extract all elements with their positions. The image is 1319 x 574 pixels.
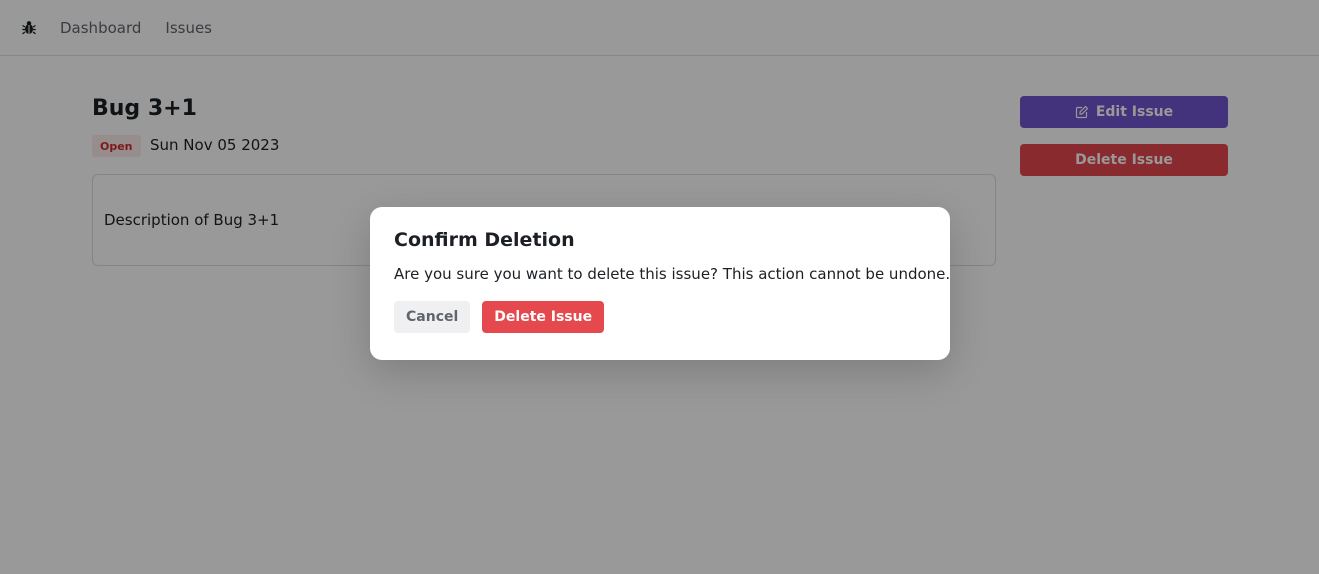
page: Dashboard Issues Bug 3+1 Open Sun Nov 05… bbox=[0, 0, 1319, 574]
confirm-delete-button[interactable]: Delete Issue bbox=[482, 301, 605, 333]
confirm-dialog: Confirm Deletion Are you sure you want t… bbox=[370, 207, 950, 360]
dialog-description: Are you sure you want to delete this iss… bbox=[394, 265, 951, 283]
dialog-actions: Cancel Delete Issue bbox=[394, 301, 926, 333]
dialog-title: Confirm Deletion bbox=[394, 229, 575, 251]
cancel-button[interactable]: Cancel bbox=[394, 301, 471, 333]
